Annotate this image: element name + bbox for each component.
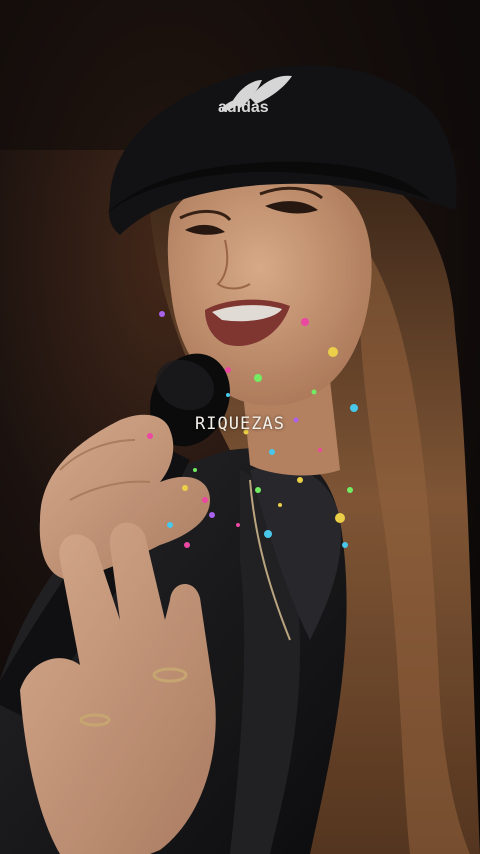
video-frame: adidas RIQUEZAS (0, 0, 480, 854)
lyric-caption: RIQUEZAS (195, 414, 285, 434)
